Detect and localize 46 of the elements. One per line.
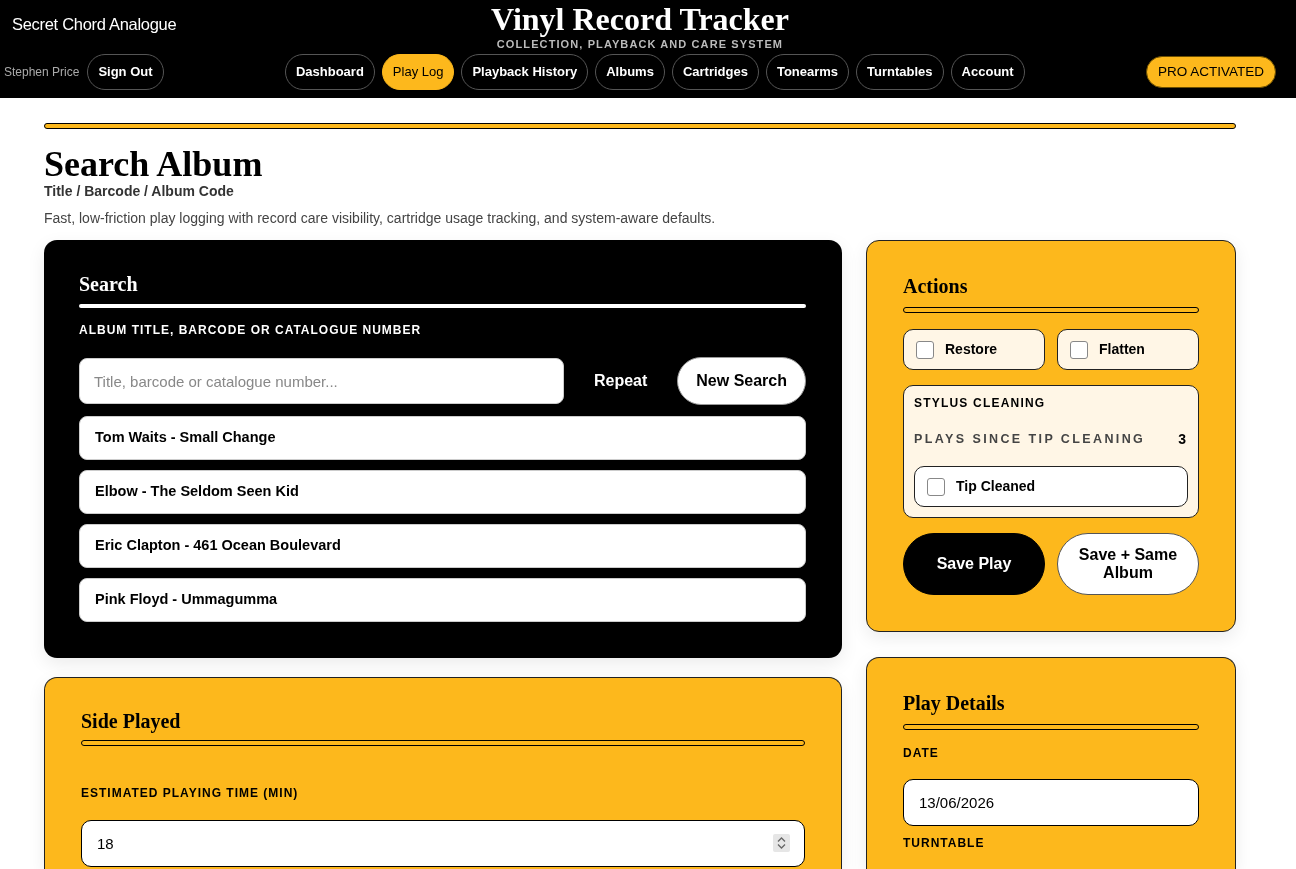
card-title: Side Played (81, 709, 182, 733)
search-result[interactable]: Eric Clapton - 461 Ocean Boulevard (79, 524, 806, 568)
checkbox[interactable] (927, 477, 945, 496)
page-description: Fast, low-friction play logging with record care visibility, cartridge usage tracking, and system-aware defaults. (44, 209, 717, 228)
plan-status-badge: PRO ACTIVATED (1145, 56, 1276, 88)
nav-tab[interactable]: Playback History (461, 54, 589, 90)
search-result[interactable]: Tom Waits - Small Change (79, 416, 806, 460)
nav-tab[interactable]: Turntables (856, 54, 944, 90)
search-result[interactable]: Pink Floyd - Ummagumma (79, 578, 806, 622)
nav-tab[interactable]: Account (950, 54, 1025, 90)
field-label: ESTIMATED PLAYING TIME (MIN) (81, 785, 300, 801)
page-title: Search Album (44, 145, 264, 183)
number-field[interactable]: 18 (81, 820, 805, 867)
counter-value: 3 (1178, 431, 1187, 447)
page-subtitle: Title / Barcode / Album Code (44, 183, 235, 199)
brand-name: Secret Chord Analogue (12, 16, 177, 33)
nav-tab[interactable]: Dashboard (284, 54, 375, 90)
save-button[interactable]: Save + Same Album (1057, 533, 1199, 595)
app-subtitle: COLLECTION, PLAYBACK AND CARE SYSTEM (496, 39, 784, 50)
input-field[interactable]: 13/06/2026 (903, 779, 1199, 826)
field-label: ALBUM TITLE, BARCODE OR CATALOGUE NUMBER (79, 322, 423, 338)
nav-tab[interactable]: Tonearms (765, 54, 850, 90)
sign-out-button[interactable]: Sign Out (87, 54, 164, 90)
save-button[interactable]: Save Play (903, 533, 1045, 595)
search-field[interactable]: Title, barcode or catalogue number... (79, 358, 564, 404)
field-label: TURNTABLE (903, 835, 986, 851)
counter-label: PLAYS SINCE TIP CLEANING (914, 431, 1146, 447)
card-title: Play Details (903, 691, 1006, 715)
checkbox-option[interactable]: Restore (903, 329, 1045, 370)
checkbox-option[interactable]: Tip Cleaned (914, 466, 1188, 507)
checkbox[interactable] (916, 340, 934, 359)
checkbox-option[interactable]: Flatten (1057, 329, 1199, 370)
search-result[interactable]: Elbow - The Seldom Seen Kid (79, 470, 806, 514)
stepper-icon[interactable] (773, 834, 790, 852)
nav-tab[interactable]: Play Log (381, 54, 455, 90)
card-title: Actions (903, 274, 969, 298)
checkbox[interactable] (1070, 340, 1088, 359)
card-title: Search (79, 272, 139, 296)
nav-tab[interactable]: Cartridges (671, 54, 759, 90)
section-label: STYLUS CLEANING (914, 395, 1047, 411)
app-title: Vinyl Record Tracker (491, 3, 789, 35)
user-name: Stephen Price (4, 64, 80, 81)
field-label: DATE (903, 745, 940, 761)
repeat-button[interactable]: Repeat (578, 358, 663, 404)
nav-tab[interactable]: Albums (595, 54, 665, 90)
new-search-button[interactable]: New Search (677, 357, 806, 405)
